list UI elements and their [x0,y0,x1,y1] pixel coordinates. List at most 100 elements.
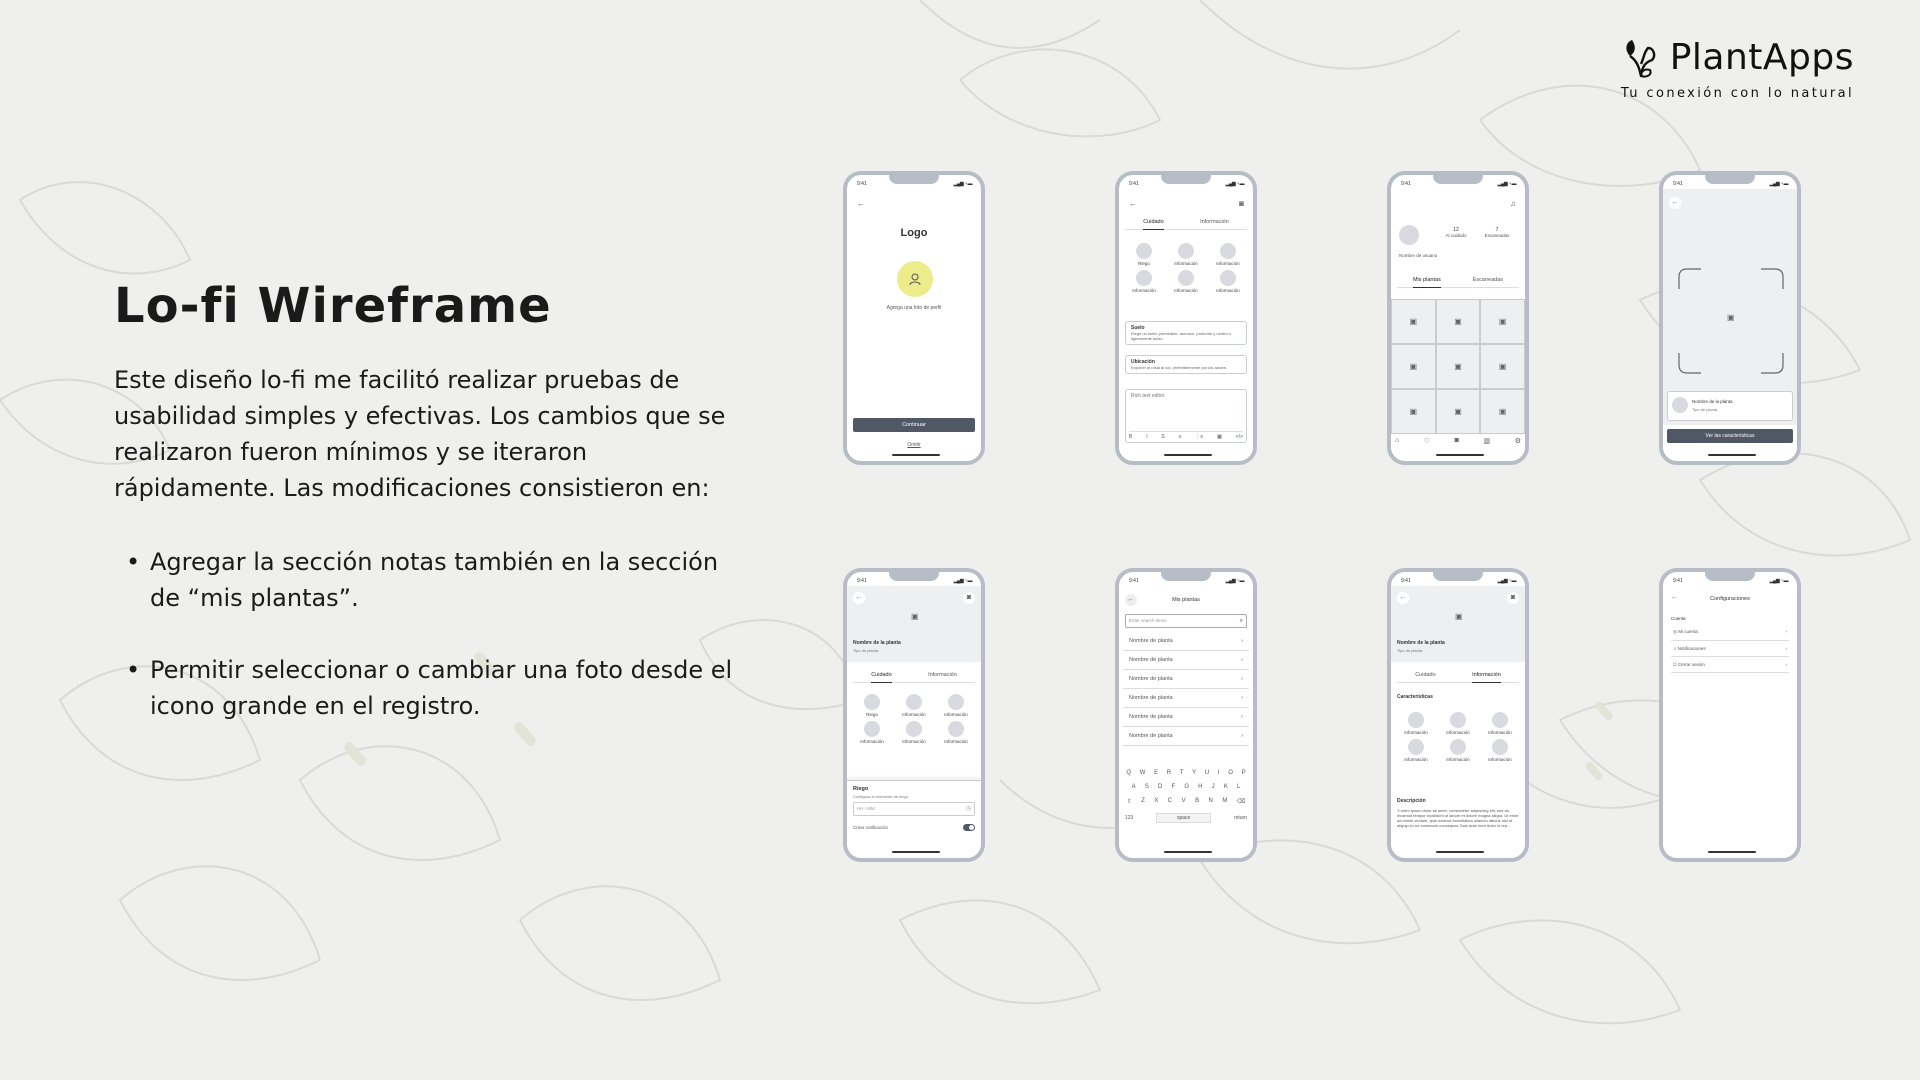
bell-icon[interactable]: ♫ [1510,199,1516,208]
key[interactable]: N [1209,798,1213,805]
trash-icon[interactable]: ▥ [1483,437,1490,445]
feature-item[interactable]: Información [1395,739,1437,762]
photo-cell[interactable]: ▣ [1391,299,1436,344]
photo-cell[interactable]: ▣ [1435,389,1481,434]
notify-toggle[interactable] [963,824,975,831]
gear-icon[interactable]: ⚙ [1515,437,1521,445]
camera-icon[interactable]: ◙ [1239,199,1244,208]
care-item[interactable]: Información [935,721,977,744]
continue-button[interactable]: Continuar [853,418,975,432]
list-item[interactable]: Nombre de planta › [1123,708,1249,727]
list-item[interactable]: Nombre de planta › [1123,651,1249,670]
back-arrow-icon[interactable]: ← [1669,197,1681,209]
strike-button[interactable]: S [1161,434,1164,440]
time-input[interactable]: HH / MM ◷ [853,802,975,816]
back-arrow-icon[interactable]: ← [1397,592,1409,604]
key[interactable]: D [1158,784,1162,790]
key[interactable]: R [1167,770,1171,776]
feature-item[interactable]: Información [1395,712,1437,735]
list-item[interactable]: Nombre de planta › [1123,670,1249,689]
settings-item-account[interactable]: ◎ Mi cuenta › [1671,624,1789,641]
settings-item-logout[interactable]: ⎋ Cerrar sesión › [1671,657,1789,673]
backspace-icon[interactable]: ⌫ [1237,798,1245,805]
tab-my-plants[interactable]: Mis plantas [1412,277,1441,288]
space-key[interactable]: space [1155,813,1212,823]
care-item[interactable]: Información [893,694,935,717]
skip-link[interactable]: Omitir [847,442,981,448]
care-item[interactable]: Información [935,694,977,717]
back-arrow-icon[interactable]: ← [853,592,865,604]
tab-care[interactable]: Cuidado [871,672,892,683]
key[interactable]: A [1132,784,1136,790]
code-button[interactable]: </> [1236,434,1243,440]
key[interactable]: F [1171,784,1175,790]
key[interactable]: Y [1192,770,1196,776]
care-item[interactable]: Información [1207,270,1249,293]
key[interactable]: O [1228,770,1233,776]
rich-text-editor[interactable]: Rich text editor. B I S ≡ ⋮≡ ▦ </> [1125,389,1247,443]
care-item[interactable]: Información [1165,270,1207,293]
back-arrow-icon[interactable]: ← [1129,199,1137,208]
search-input[interactable]: Enter search items ⌕ [1125,614,1247,628]
photo-cell[interactable]: ▣ [1435,344,1481,389]
photo-cell[interactable]: ▣ [1480,344,1525,389]
key[interactable]: G [1184,784,1189,790]
key[interactable]: X [1154,798,1158,805]
camera-icon[interactable]: ◙ [963,592,975,604]
camera-icon[interactable]: ◙ [1507,592,1519,604]
key[interactable]: J [1212,784,1215,790]
key[interactable]: C [1168,798,1172,805]
care-item[interactable]: Información [1207,243,1249,266]
key[interactable]: E [1154,770,1158,776]
care-item[interactable]: Información [1165,243,1207,266]
avatar[interactable] [897,261,933,297]
list-item[interactable]: Nombre de planta › [1123,689,1249,708]
key[interactable]: S [1145,784,1149,790]
tab-info[interactable]: Información [1472,672,1501,683]
key[interactable]: Q [1126,770,1131,776]
bold-button[interactable]: B [1129,434,1132,440]
photo-cell[interactable]: ▣ [1480,389,1525,434]
key[interactable]: L [1237,784,1240,790]
numbered-list-button[interactable]: ⋮≡ [1195,434,1203,440]
italic-button[interactable]: I [1146,434,1147,440]
key[interactable]: K [1224,784,1228,790]
table-button[interactable]: ▦ [1217,434,1222,440]
care-item[interactable]: Información [893,721,935,744]
photo-cell[interactable]: ▣ [1391,389,1436,434]
care-item[interactable]: Riego [1123,243,1165,266]
photo-cell[interactable]: ▣ [1391,344,1436,389]
view-features-button[interactable]: Ver las características [1667,429,1793,443]
feature-item[interactable]: Información [1437,712,1479,735]
key[interactable]: V [1182,798,1186,805]
back-arrow-icon[interactable]: ← [857,199,865,208]
photo-cell[interactable]: ▣ [1480,299,1525,344]
key[interactable]: M [1222,798,1227,805]
numbers-key[interactable]: 123 [1125,815,1133,821]
care-item[interactable]: Información [851,721,893,744]
tab-care[interactable]: Cuidado [1143,219,1164,230]
care-item[interactable]: Información [1123,270,1165,293]
tab-info[interactable]: Información [928,672,957,678]
home-icon[interactable]: ⌂ [1395,437,1399,445]
key[interactable]: H [1198,784,1202,790]
tab-scanned[interactable]: Escaneadas [1473,277,1503,283]
key[interactable]: Z [1141,798,1145,805]
care-item[interactable]: Riego [851,694,893,717]
key[interactable]: B [1195,798,1199,805]
feature-item[interactable]: Información [1479,739,1521,762]
photo-cell[interactable]: ▣ [1435,299,1481,344]
key[interactable]: W [1140,770,1146,776]
list-item[interactable]: Nombre de planta › [1123,632,1249,651]
shift-icon[interactable]: ⇧ [1127,798,1132,805]
key[interactable]: P [1242,770,1246,776]
list-item[interactable]: Nombre de planta › [1123,727,1249,746]
heart-icon[interactable]: ♡ [1424,437,1430,445]
list-button[interactable]: ≡ [1179,434,1182,440]
key[interactable]: I [1218,770,1220,776]
feature-item[interactable]: Información [1479,712,1521,735]
feature-item[interactable]: Información [1437,739,1479,762]
key[interactable]: T [1180,770,1184,776]
tab-care[interactable]: Cuidado [1415,672,1436,678]
scan-result-card[interactable]: Nombre de la planta Tipo de planta [1667,391,1793,421]
